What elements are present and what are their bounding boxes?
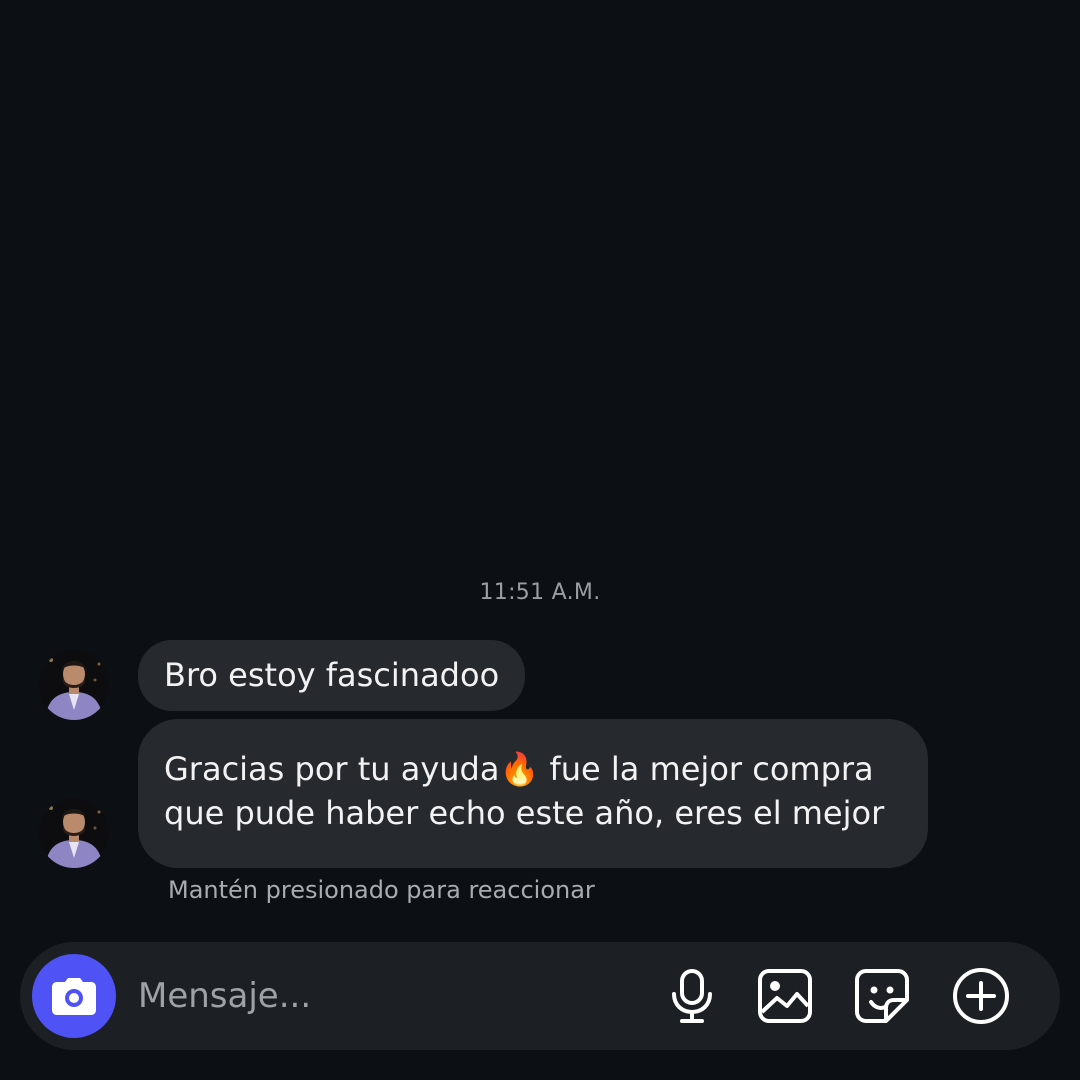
sender-avatar[interactable]: [39, 650, 109, 720]
message-bubble[interactable]: Bro estoy fascinadoo: [138, 640, 526, 711]
camera-icon: [52, 978, 96, 1015]
reaction-hint: Mantén presionado para reaccionar: [168, 876, 595, 904]
avatar-photo: [39, 798, 109, 868]
message-text: Bro estoy fascinadoo: [164, 656, 500, 694]
voice-message-button[interactable]: [662, 966, 722, 1026]
microphone-icon: [672, 969, 712, 1023]
more-options-button[interactable]: [951, 966, 1011, 1026]
avatar-photo: [39, 650, 109, 720]
sender-avatar[interactable]: [39, 798, 109, 868]
message-timestamp: 11:51 A.M.: [479, 580, 601, 605]
message-text-line: que pude haber echo este año, eres el me…: [164, 794, 885, 832]
message-text-line: Gracias por tu ayuda🔥 fue la mejor compr…: [164, 750, 874, 788]
image-icon: [758, 969, 812, 1023]
plus-icon: [953, 968, 1009, 1024]
chat-screen: 11:51 A.M. Bro estoy fascinadoo Gracias …: [0, 0, 1080, 1080]
gallery-button[interactable]: [755, 966, 815, 1026]
sticker-icon: [855, 969, 909, 1023]
message-input[interactable]: [138, 970, 618, 1022]
sticker-button[interactable]: [852, 966, 912, 1026]
message-bubble[interactable]: Gracias por tu ayuda🔥 fue la mejor compr…: [138, 719, 928, 868]
message-composer: [20, 942, 1060, 1050]
camera-button[interactable]: [32, 954, 116, 1038]
